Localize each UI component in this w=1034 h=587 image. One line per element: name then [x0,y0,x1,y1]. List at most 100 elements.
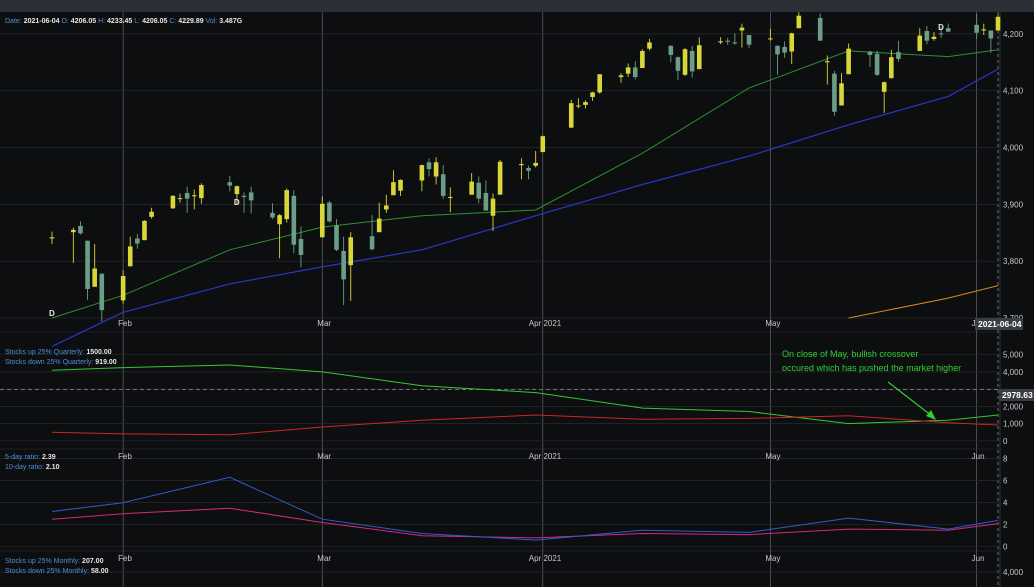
month-tick-label: Apr 2021 [529,452,562,461]
candle-body[interactable] [988,30,994,39]
candle-body[interactable] [469,181,474,195]
candle-body[interactable] [490,198,496,216]
candle-body[interactable] [433,162,439,177]
candle-body[interactable] [398,179,403,191]
candle-body[interactable] [440,174,446,196]
candle-body[interactable] [647,42,652,49]
candle-body[interactable] [874,53,880,75]
candle-body[interactable] [583,102,588,105]
ratio-tick-label: 8 [1003,455,1008,464]
candle-body[interactable] [938,33,944,35]
candle-body[interactable] [142,220,147,241]
candle-body[interactable] [199,185,204,199]
candle-body[interactable] [867,51,873,55]
candle-body[interactable] [419,165,425,181]
candle-body[interactable] [732,42,738,44]
candle-body[interactable] [227,182,233,186]
candle-body[interactable] [191,195,197,197]
candle-body[interactable] [632,67,638,78]
month-tick-label: Jun [972,554,985,563]
candle-body[interactable] [92,268,97,287]
candle-body[interactable] [618,75,624,78]
candle-body[interactable] [839,83,844,106]
candle-body[interactable] [127,246,133,267]
candle-body[interactable] [177,198,183,200]
candle-body[interactable] [327,202,332,222]
candle-body[interactable] [376,218,382,233]
candle-body[interactable] [78,225,83,234]
candle-body[interactable] [448,196,453,198]
ratio-tick-label: 0 [1003,543,1008,552]
candle-body[interactable] [298,239,304,255]
candle-body[interactable] [789,33,795,52]
candle-body[interactable] [746,35,752,45]
candle-body[interactable] [817,17,823,41]
candle-body[interactable] [568,103,574,128]
candle-body[interactable] [917,35,923,51]
candle-body[interactable] [426,162,432,170]
candle-body[interactable] [135,238,140,244]
candle-body[interactable] [85,240,90,290]
candle-body[interactable] [391,182,396,196]
candle-body[interactable] [689,50,695,72]
candle-body[interactable] [590,92,595,97]
candle-body[interactable] [533,162,538,166]
stock-chart[interactable]: D D D Feb Feb Feb Mar Mar Mar Apr 2021 Apr 2021 Ap… [0,0,1034,587]
candle-body[interactable] [625,67,631,74]
candle-body[interactable] [824,61,830,63]
candle-body[interactable] [519,164,524,166]
candle-body[interactable] [832,73,837,112]
candle-body[interactable] [718,41,723,43]
candle-body[interactable] [99,273,105,311]
candle-body[interactable] [277,215,282,225]
candle-body[interactable] [234,186,240,195]
candle-body[interactable] [981,29,987,31]
candle-body[interactable] [846,48,851,75]
candle-body[interactable] [675,57,681,71]
candle-body[interactable] [184,192,190,199]
candle-body[interactable] [476,182,482,199]
candle-body[interactable] [384,205,389,210]
candle-body[interactable] [270,212,275,218]
candle-body[interactable] [284,190,290,220]
candle-body[interactable] [739,27,745,31]
candle-body[interactable] [775,45,780,55]
candle-body[interactable] [71,229,76,233]
month-tick-label: Mar [317,554,331,563]
candle-body[interactable] [248,192,254,201]
candle-body[interactable] [682,49,688,75]
candle-body[interactable] [170,195,176,209]
candle-body[interactable] [945,28,951,32]
candle-body[interactable] [526,167,531,171]
candle-body[interactable] [668,45,674,55]
candle-body[interactable] [896,52,901,59]
candle-body[interactable] [924,31,930,41]
candle-body[interactable] [497,161,503,195]
candle-body[interactable] [725,40,731,42]
candle-body[interactable] [341,250,346,280]
candle-body[interactable] [889,57,894,79]
candle-body[interactable] [881,82,887,92]
candle-body[interactable] [768,38,773,40]
candle-body[interactable] [483,192,489,211]
candle-body[interactable] [291,195,297,245]
candle-body[interactable] [369,236,375,250]
candle-body[interactable] [348,237,354,266]
candle-body[interactable] [640,50,645,68]
ratio-tick-label: 6 [1003,477,1008,486]
candle-body[interactable] [334,225,339,250]
candle-body[interactable] [931,36,937,40]
candle-body[interactable] [696,45,702,70]
candle-body[interactable] [49,237,55,239]
candle-body[interactable] [319,203,325,238]
candle-body[interactable] [974,24,979,33]
candle-body[interactable] [782,46,787,53]
candle-body[interactable] [576,105,581,107]
candle-body[interactable] [540,136,546,153]
candle-body[interactable] [796,15,802,29]
candle-body[interactable] [241,195,247,197]
candle-body[interactable] [597,74,602,93]
candle-body[interactable] [995,16,1001,31]
candle-body[interactable] [149,211,154,217]
candle-body[interactable] [120,275,126,301]
